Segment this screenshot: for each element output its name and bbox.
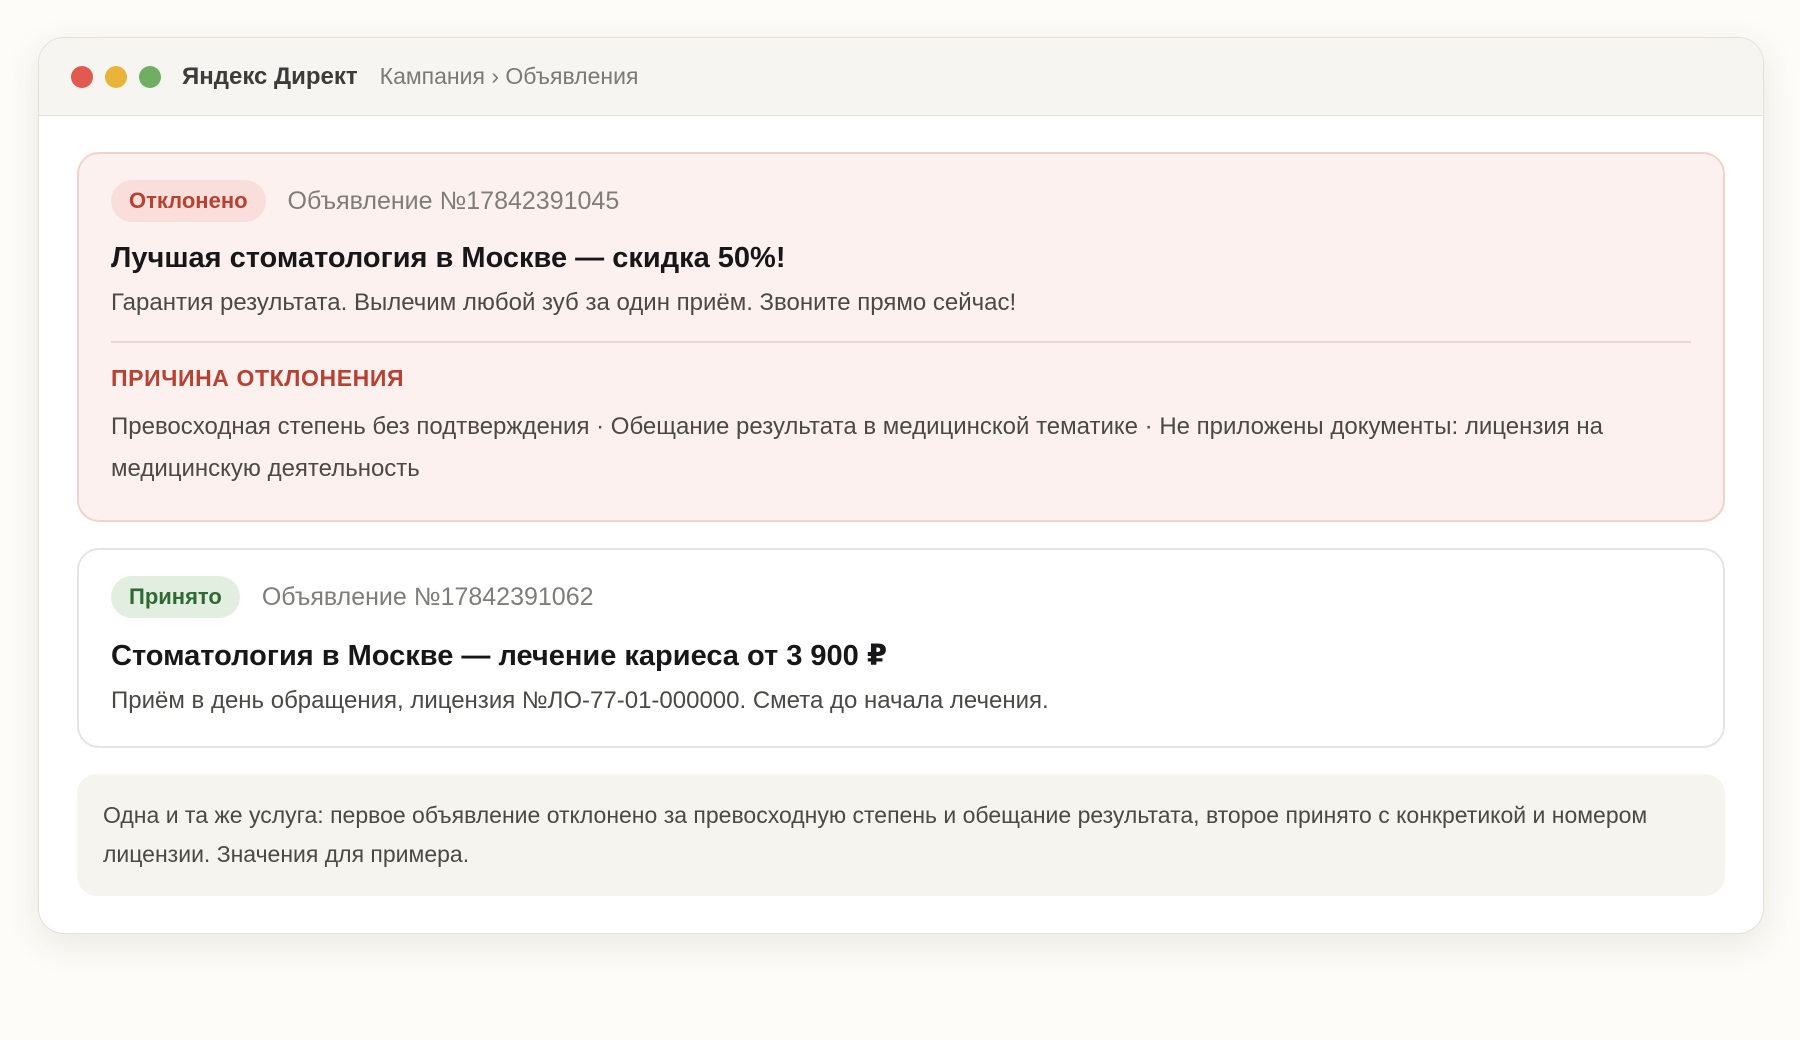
- ad-title: Стоматология в Москве — лечение кариеса …: [111, 640, 888, 672]
- status-badge-accepted: Принято: [111, 576, 240, 618]
- ads-list: Отклонено Объявление №17842391045 Лучшая…: [39, 116, 1763, 896]
- app-window: Яндекс Директ Кампания › Объявления Откл…: [38, 37, 1764, 934]
- status-badge-rejected: Отклонено: [111, 180, 266, 222]
- ad-text: Приём в день обращения, лицензия №ЛО-77-…: [111, 687, 1049, 714]
- ad-title: Лучшая стоматология в Москве — скидка 50…: [111, 242, 786, 274]
- divider: [111, 341, 1691, 343]
- ad-text: Гарантия результата. Вылечим любой зуб з…: [111, 289, 1017, 316]
- title-bar: Яндекс Директ Кампания › Объявления: [39, 38, 1763, 116]
- app-title: Яндекс Директ: [182, 62, 358, 90]
- minimize-window-button[interactable]: [105, 65, 127, 88]
- close-window-button[interactable]: [71, 65, 93, 88]
- ad-number: Объявление №17842391045: [287, 186, 620, 215]
- rejection-reason-text: Превосходная степень без подтверждения ·…: [111, 413, 1604, 482]
- ad-card-accepted[interactable]: Принято Объявление №17842391062 Стоматол…: [77, 548, 1725, 748]
- maximize-window-button[interactable]: [139, 65, 161, 88]
- ad-card-rejected[interactable]: Отклонено Объявление №17842391045 Лучшая…: [77, 152, 1725, 522]
- breadcrumb[interactable]: Кампания › Объявления: [380, 63, 639, 90]
- comparison-note: Одна и та же услуга: первое объявление о…: [77, 774, 1725, 896]
- rejection-reason-label: ПРИЧИНА ОТКЛОНЕНИЯ: [111, 365, 405, 391]
- ad-number: Объявление №17842391062: [261, 582, 594, 611]
